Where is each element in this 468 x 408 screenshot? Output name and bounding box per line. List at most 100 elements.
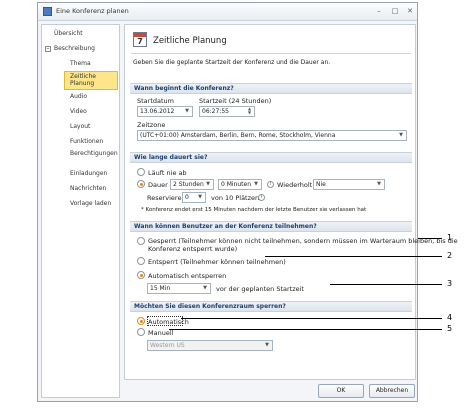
sidebar-item-features[interactable]: Funktionen [42,137,119,147]
room-dropdown[interactable]: Western US ▼ [147,340,273,351]
auto-unlock-radio[interactable] [137,271,145,279]
callout-number: 3 [447,279,453,288]
callout-number: 1 [447,233,453,242]
window-title: Eine Konferenz planen [56,7,129,15]
repeat-dropdown[interactable]: Nie ▼ [313,179,385,190]
minutes-value: 0 Minuten [221,181,252,188]
sidebar-item-messages[interactable]: Nachrichten [42,184,119,194]
start-date-field[interactable]: 13.06.2012 ▼ [137,106,193,117]
chevron-down-icon[interactable]: ▼ [183,107,191,116]
chevron-down-icon[interactable]: ▼ [252,180,260,189]
chevron-down-icon[interactable]: ▼ [263,341,271,350]
duration-label: Dauer [148,181,168,189]
sidebar-item-permissions[interactable]: Berechtigungen [42,149,119,167]
sidebar-item-label: Beschreibung [54,45,95,52]
page-description: Geben Sie die geplante Startzeit der Kon… [133,59,331,66]
manual-lock-radio[interactable] [137,328,145,336]
chevron-down-icon[interactable]: ▼ [204,180,212,189]
chevron-down-icon[interactable]: ▼ [375,180,383,189]
dialog-window: Eine Konferenz planen – □ ✕ Übersicht – … [37,2,458,402]
minimize-icon[interactable]: – [373,6,385,17]
reserve-value: 0 [185,194,189,201]
sidebar-item-load-template[interactable]: Vorlage laden [42,199,119,209]
auto-unlock-suffix: vor der geplanten Startzeit [216,285,304,293]
unlocked-label: Entsperrt (Teilnehmer können teilnehmen) [148,258,286,266]
callout-line-3 [330,284,442,285]
ok-button[interactable]: OK [318,384,364,398]
locked-label-line2: Konferenz entsperrt wurde) [148,245,238,253]
scheduling-panel: 7 Zeitliche Planung Geben Sie die geplan… [124,24,458,380]
start-time-field[interactable]: 06:27:55 ▲ ▼ [199,106,255,117]
collapse-icon[interactable]: – [45,46,51,52]
sidebar: Übersicht – Beschreibung Thema Zeitliche… [41,24,120,398]
locked-radio[interactable] [137,237,145,245]
timezone-dropdown[interactable]: (UTC+01:00) Amsterdam, Berlin, Bern, Rom… [137,130,407,141]
close-icon[interactable]: ✕ [404,6,416,17]
auto-lock-label: Automatisch [148,318,189,326]
title-bar: Eine Konferenz planen – □ ✕ [38,3,417,21]
chevron-down-icon[interactable]: ▼ [397,131,405,140]
sidebar-item-topic[interactable]: Thema [42,59,119,69]
callout-line-4 [181,318,442,319]
locked-label: Gesperrt (Teilnehmer können nicht teilne… [148,237,458,253]
sidebar-item-video[interactable]: Video [42,107,119,117]
unlocked-radio[interactable] [137,257,145,265]
page-title: Zeitliche Planung [153,36,227,46]
auto-unlock-dropdown[interactable]: 15 Min ▼ [147,283,211,294]
endless-radio[interactable] [137,168,145,176]
hours-value: 2 Stunden [173,181,204,188]
callout-line-1 [418,238,442,239]
sidebar-item-label: Layout [70,123,91,130]
auto-unlock-value: 15 Min [150,285,171,292]
auto-unlock-label: Automatisch entsperren [148,272,227,280]
repeat-value: Nie [316,181,326,188]
chevron-down-icon[interactable]: ▼ [201,284,209,293]
calendar-day: 7 [137,37,143,46]
duration-radio[interactable] [137,180,145,188]
sidebar-item-label: Übersicht [54,30,83,37]
maximize-icon[interactable]: □ [389,6,401,17]
callout-line-5 [169,329,442,330]
calendar-icon: 7 [133,32,147,47]
callout-number: 5 [447,324,453,333]
sidebar-item-description[interactable]: – Beschreibung [42,44,119,54]
hours-dropdown[interactable]: 2 Stunden ▼ [170,179,214,190]
section-entry-header: Wann können Benutzer an der Konferenz te… [130,221,412,232]
callout-number: 2 [447,251,453,260]
info-icon[interactable]: i [258,194,265,201]
sidebar-item-label: Vorlage laden [70,200,112,207]
sidebar-item-invitations[interactable]: Einladungen [42,169,119,179]
reserve-suffix: von 10 Plätzen [211,194,260,202]
reserve-label: Reservieren [147,194,186,202]
auto-lock-radio[interactable] [137,317,145,325]
time-spinner-icon[interactable]: ▲ ▼ [246,107,253,116]
section-start-header: Wann beginnt die Konferenz? [130,83,412,94]
duration-note: * Konferenz endet erst 15 Minuten nachde… [141,207,367,213]
section-duration-header: Wie lange dauert sie? [130,152,412,163]
start-date-value: 13.06.2012 [140,108,175,115]
locked-label-line1: Gesperrt (Teilnehmer können nicht teilne… [148,237,458,245]
callout-number: 4 [447,313,453,322]
sidebar-item-layout[interactable]: Layout [42,122,119,132]
repeat-label: Wiederholt [277,181,313,189]
reserve-dropdown[interactable]: 0 ▼ [182,192,206,203]
sidebar-item-label: Nachrichten [70,185,107,192]
sidebar-item-overview[interactable]: Übersicht [42,29,119,39]
sidebar-item-label: Einladungen [70,170,108,177]
endless-label: Läuft nie ab [148,169,187,177]
sidebar-item-label: Video [70,108,87,115]
sidebar-item-label: Audio [70,93,88,100]
sidebar-item-label: Zeitliche Planung [70,73,96,87]
sidebar-item-audio[interactable]: Audio [42,92,119,102]
sidebar-item-scheduling[interactable]: Zeitliche Planung [64,71,118,90]
sidebar-item-label: Thema [70,60,91,67]
room-value: Western US [150,342,185,349]
timezone-label: Zeitzone [137,121,166,129]
chevron-down-icon[interactable]: ▼ [196,193,204,202]
sidebar-item-label: Berechtigungen [70,150,118,157]
info-icon[interactable]: i [267,181,274,188]
start-date-label: Startdatum [137,97,174,105]
app-icon [43,7,52,16]
cancel-button[interactable]: Abbrechen [369,384,415,398]
minutes-dropdown[interactable]: 0 Minuten ▼ [218,179,262,190]
